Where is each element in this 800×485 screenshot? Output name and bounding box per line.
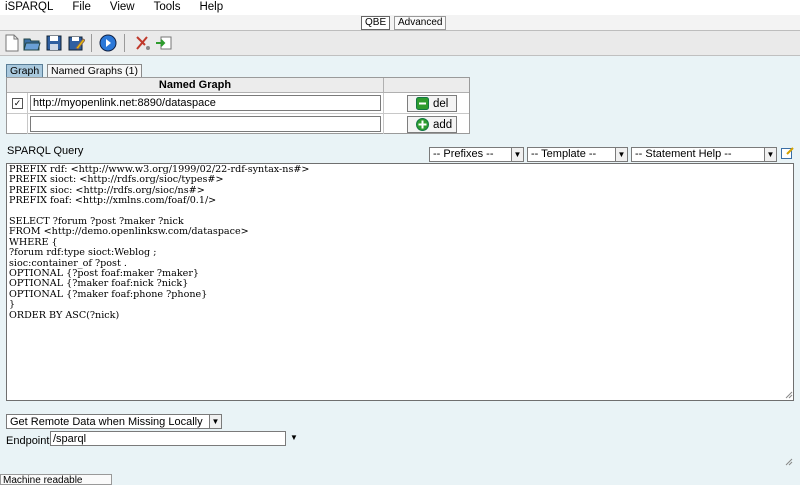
- menu-app[interactable]: iSPARQL: [0, 0, 53, 15]
- tab-machine-readable[interactable]: Machine readable: [0, 474, 112, 485]
- view-tabs-bar: QBE Advanced: [0, 15, 800, 31]
- tab-advanced[interactable]: Advanced: [394, 16, 447, 30]
- add-button-label: add: [433, 119, 453, 131]
- named-graph-table: Named Graph ✓ http://myopenlink.net:8890…: [6, 77, 470, 134]
- named-graph-header: Named Graph: [7, 78, 384, 92]
- remote-data-select-value: Get Remote Data when Missing Locally: [10, 416, 203, 428]
- graph-uri-input[interactable]: http://myopenlink.net:8890/dataspace: [30, 95, 381, 111]
- table-header: Named Graph: [7, 78, 469, 93]
- add-button[interactable]: add: [407, 116, 457, 133]
- menu-help[interactable]: Help: [194, 0, 223, 15]
- edit-template-icon[interactable]: [781, 146, 794, 159]
- menu-tools[interactable]: Tools: [149, 0, 181, 15]
- chevron-down-icon: ▼: [764, 148, 776, 161]
- template-select[interactable]: -- Template -- ▼: [527, 147, 628, 162]
- toolbar: [0, 31, 800, 56]
- template-select-value: -- Template --: [531, 148, 597, 160]
- chevron-down-icon: ▼: [511, 148, 523, 161]
- menu-view[interactable]: View: [105, 0, 135, 15]
- endpoint-label: Endpoint: [6, 435, 50, 447]
- statement-help-select-value: -- Statement Help --: [635, 148, 732, 160]
- new-document-icon[interactable]: [3, 34, 21, 52]
- tab-graph[interactable]: Graph: [6, 64, 44, 78]
- resize-grip-icon[interactable]: [785, 458, 793, 466]
- load-icon[interactable]: [155, 34, 173, 52]
- menu-bar: iSPARQL File View Tools Help: [0, 0, 800, 16]
- menu-file[interactable]: File: [67, 0, 91, 15]
- resize-grip-icon[interactable]: [785, 391, 793, 399]
- open-folder-icon[interactable]: [23, 34, 41, 52]
- toolbar-separator: [124, 34, 125, 52]
- new-graph-uri-input[interactable]: [30, 116, 381, 132]
- chevron-down-icon: ▼: [209, 415, 221, 428]
- sparql-query-editor[interactable]: PREFIX rdf: <http://www.w3.org/1999/02/2…: [6, 163, 794, 401]
- endpoint-dropdown-icon[interactable]: ▼: [290, 433, 298, 443]
- plus-icon: [416, 118, 429, 131]
- table-row: add: [7, 114, 469, 134]
- del-button[interactable]: del: [407, 95, 457, 112]
- query-text: PREFIX rdf: <http://www.w3.org/1999/02/2…: [9, 164, 310, 321]
- save-as-icon[interactable]: [67, 34, 85, 52]
- statement-help-select[interactable]: -- Statement Help -- ▼: [631, 147, 777, 162]
- sparql-query-label: SPARQL Query: [7, 145, 84, 157]
- run-query-icon[interactable]: [99, 34, 117, 52]
- prefixes-select[interactable]: -- Prefixes -- ▼: [429, 147, 524, 162]
- tab-qbe[interactable]: QBE: [361, 16, 391, 30]
- graph-checkbox[interactable]: ✓: [12, 98, 23, 109]
- remote-data-select[interactable]: Get Remote Data when Missing Locally ▼: [6, 414, 222, 429]
- prefixes-select-value: -- Prefixes --: [433, 148, 494, 160]
- chevron-down-icon: ▼: [615, 148, 627, 161]
- del-button-label: del: [433, 98, 449, 110]
- tab-named-graphs[interactable]: Named Graphs (1): [47, 64, 142, 78]
- clear-icon[interactable]: [134, 34, 152, 52]
- table-row: ✓ http://myopenlink.net:8890/dataspace d…: [7, 93, 469, 114]
- minus-icon: [416, 97, 429, 110]
- save-icon[interactable]: [45, 34, 63, 52]
- toolbar-separator: [91, 34, 92, 52]
- endpoint-input[interactable]: /sparql: [50, 431, 286, 446]
